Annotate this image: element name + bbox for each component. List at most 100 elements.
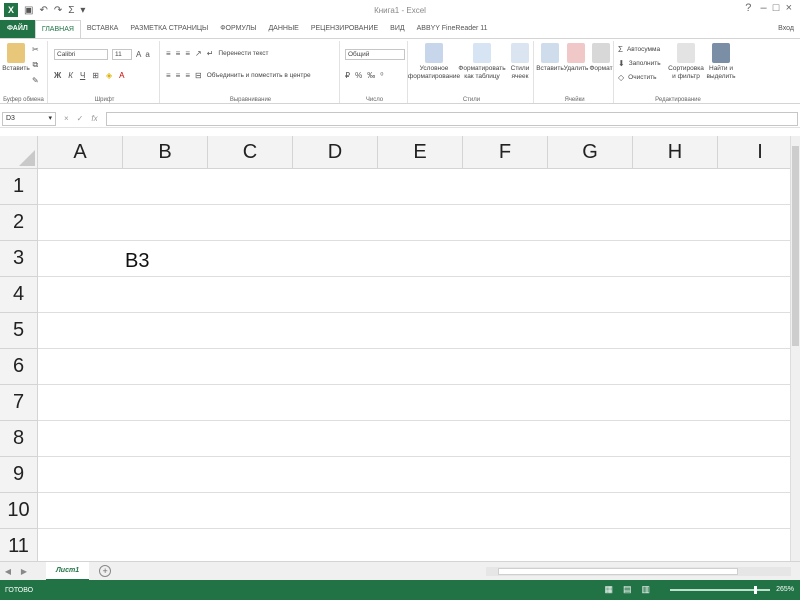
column-header-h[interactable]: H [633, 136, 718, 169]
zoom-slider[interactable] [670, 586, 770, 594]
column-header-e[interactable]: E [378, 136, 463, 169]
tab-data[interactable]: ДАННЫЕ [262, 20, 304, 38]
redo-icon[interactable]: ↷ [54, 5, 62, 16]
merge-center-button[interactable]: Объединить и поместить в центре [207, 72, 311, 79]
customize-qat-icon[interactable]: ▾ [80, 5, 85, 16]
column-header-i[interactable]: I [718, 136, 790, 169]
column-header-a[interactable]: A [38, 136, 123, 169]
row-header-6[interactable]: 6 [0, 349, 38, 385]
row-header-9[interactable]: 9 [0, 457, 38, 493]
sort-filter-button[interactable]: Сортировка и фильтр [668, 43, 704, 81]
insert-function-icon[interactable]: fx [91, 114, 97, 123]
tab-review[interactable]: РЕЦЕНЗИРОВАНИЕ [305, 20, 384, 38]
number-format-select[interactable]: Общий [345, 49, 405, 60]
maximize-icon[interactable]: □ [773, 2, 780, 14]
sum-icon[interactable]: Σ [68, 5, 74, 16]
align-right-icon[interactable]: ≡ [185, 71, 190, 80]
align-left-icon[interactable]: ≡ [166, 71, 171, 80]
horizontal-scrollbar[interactable] [486, 567, 791, 576]
worksheet-grid[interactable]: A B C D E F G H I 1 2 3 4 5 6 7 8 9 10 1… [0, 136, 790, 561]
cut-icon[interactable]: ✂ [32, 45, 39, 54]
tab-abbyy[interactable]: ABBYY FineReader 11 [411, 20, 494, 38]
column-header-c[interactable]: C [208, 136, 293, 169]
row-header-4[interactable]: 4 [0, 277, 38, 313]
borders-icon[interactable]: ⊞ [92, 71, 99, 80]
column-header-f[interactable]: F [463, 136, 548, 169]
font-color-icon[interactable]: A [119, 71, 124, 80]
name-box[interactable]: D3 ▾ [2, 111, 56, 126]
delete-cells-button[interactable]: Удалить [564, 43, 588, 73]
row-header-3[interactable]: 3 [0, 241, 38, 277]
conditional-format-button[interactable]: Условное форматирование [408, 43, 460, 81]
tab-file[interactable]: ФАЙЛ [0, 20, 35, 38]
tab-home[interactable]: ГЛАВНАЯ [34, 20, 81, 38]
name-box-dropdown-icon[interactable]: ▾ [48, 113, 52, 125]
normal-view-icon[interactable]: ▦ [604, 584, 613, 595]
row-header-11[interactable]: 11 [0, 529, 38, 561]
column-header-g[interactable]: G [548, 136, 633, 169]
underline-button[interactable]: Ч [80, 71, 85, 80]
row-header-2[interactable]: 2 [0, 205, 38, 241]
copy-icon[interactable]: ⧉ [32, 60, 38, 70]
page-break-view-icon[interactable]: ▥ [641, 584, 650, 595]
zoom-level[interactable]: 265% [776, 580, 794, 600]
merge-icon[interactable]: ⊟ [195, 71, 202, 80]
prev-sheet-icon[interactable]: ◀ [0, 567, 16, 576]
font-size-select[interactable]: 11 [112, 49, 132, 60]
column-header-d[interactable]: D [293, 136, 378, 169]
minimize-icon[interactable]: – [761, 2, 767, 14]
cell-b3[interactable]: B3 [125, 250, 149, 273]
select-all-corner[interactable] [0, 136, 38, 169]
help-icon[interactable]: ? [745, 2, 751, 14]
undo-icon[interactable]: ↶ [39, 5, 47, 16]
percent-icon[interactable]: % [355, 71, 362, 80]
horizontal-scroll-thumb[interactable] [498, 568, 738, 575]
page-layout-view-icon[interactable]: ▤ [623, 584, 632, 595]
align-bottom-icon[interactable]: ≡ [185, 49, 190, 58]
wrap-text-icon[interactable]: ↵ [207, 49, 214, 58]
decimal-icon[interactable]: ⁰ [380, 71, 383, 80]
enter-formula-icon[interactable]: ✓ [77, 114, 84, 123]
comma-icon[interactable]: ‰ [367, 71, 375, 80]
vertical-scroll-thumb[interactable] [792, 146, 799, 346]
increase-font-icon[interactable]: A [136, 50, 141, 59]
tab-formulas[interactable]: ФОРМУЛЫ [214, 20, 262, 38]
row-header-7[interactable]: 7 [0, 385, 38, 421]
row-header-8[interactable]: 8 [0, 421, 38, 457]
cancel-formula-icon[interactable]: × [64, 114, 69, 123]
close-icon[interactable]: × [786, 2, 792, 14]
row-header-1[interactable]: 1 [0, 169, 38, 205]
tab-insert[interactable]: ВСТАВКА [81, 20, 124, 38]
italic-button[interactable]: К [68, 71, 73, 80]
zoom-slider-thumb[interactable] [754, 586, 757, 594]
next-sheet-icon[interactable]: ▶ [16, 567, 32, 576]
align-center-icon[interactable]: ≡ [176, 71, 181, 80]
fill-color-icon[interactable]: ◈ [106, 71, 112, 80]
format-as-table-button[interactable]: Форматировать как таблицу [458, 43, 506, 81]
save-icon[interactable]: ▣ [24, 5, 33, 16]
paste-button[interactable]: Вставить [2, 43, 30, 73]
tab-view[interactable]: ВИД [384, 20, 410, 38]
find-select-button[interactable]: Найти и выделить [704, 43, 738, 81]
align-top-icon[interactable]: ≡ [166, 49, 171, 58]
signin-link[interactable]: Вход [778, 20, 794, 38]
insert-cells-button[interactable]: Вставить [536, 43, 564, 73]
autosum-button[interactable]: Автосумма [627, 46, 660, 53]
clear-button[interactable]: Очистить [628, 74, 656, 81]
formula-input[interactable] [105, 111, 798, 126]
orientation-icon[interactable]: ↗ [195, 49, 202, 58]
row-header-5[interactable]: 5 [0, 313, 38, 349]
format-cells-button[interactable]: Формат [589, 43, 613, 73]
wrap-text-button[interactable]: Перенести текст [218, 50, 268, 57]
column-header-b[interactable]: B [123, 136, 208, 169]
decrease-font-icon[interactable]: a [145, 50, 149, 59]
bold-button[interactable]: Ж [54, 71, 61, 80]
add-sheet-button[interactable]: + [99, 565, 112, 577]
currency-icon[interactable]: ₽ [345, 71, 350, 80]
tab-page-layout[interactable]: РАЗМЕТКА СТРАНИЦЫ [124, 20, 214, 38]
cell-styles-button[interactable]: Стили ячеек [508, 43, 532, 81]
align-middle-icon[interactable]: ≡ [176, 49, 181, 58]
row-header-10[interactable]: 10 [0, 493, 38, 529]
vertical-scrollbar[interactable] [790, 136, 800, 561]
format-painter-icon[interactable]: ✎ [32, 76, 39, 85]
